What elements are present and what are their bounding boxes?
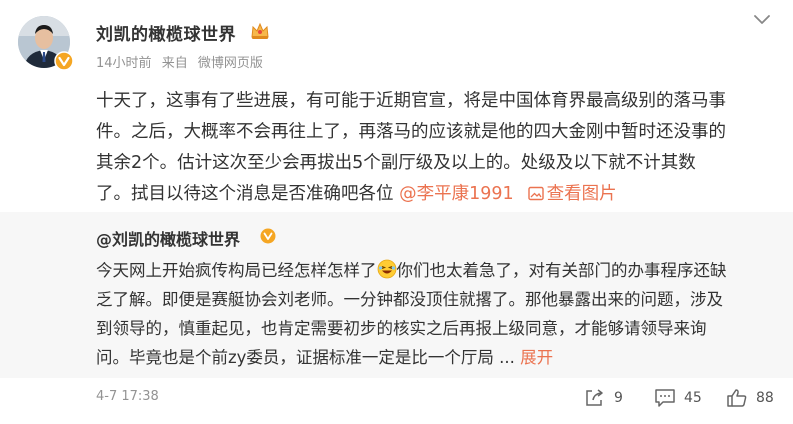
weibo-post-card: 刘凯的橄榄球世界 14小时前 来自 微博网页版 十天了，这事有了些进展，有可能于… (0, 0, 793, 424)
post-text-line: 其余2个。估计这次至少会再拔出5个副厅级及以上的。处级及以下就不计其数 (96, 153, 696, 173)
repost-line-first: 今天网上开始疯传构局已经怎样怎样了 你们也太着急了，对有关部门的办事程序还缺 (96, 256, 776, 285)
post-time[interactable]: 14小时前 (96, 56, 152, 71)
comment-count: 45 (684, 390, 702, 406)
post-source: 微博网页版 (197, 56, 263, 71)
verified-badge-icon (54, 51, 74, 71)
chevron-down-icon[interactable] (752, 12, 772, 28)
post-text: 十天了，这事有了些进展，有可能于近期官宣，将是中国体育界最高级别的落马事 件。之… (96, 86, 786, 210)
crown-icon (251, 22, 269, 39)
repost-line: 你们也太着急了，对有关部门的办事程序还缺 (396, 261, 727, 280)
thumbs-up-icon (727, 389, 747, 407)
view-image-label: 查看图片 (546, 184, 617, 204)
comment-icon (655, 389, 675, 407)
repost-author[interactable]: @刘凯的橄榄球世界 (96, 226, 240, 250)
author-name[interactable]: 刘凯的橄榄球世界 (96, 20, 236, 45)
repost-line: 今天网上开始疯传构局已经怎样怎样了 (96, 261, 377, 280)
post-text-line: 了。拭目以待这个消息是否准确吧各位 (96, 184, 394, 204)
verified-badge-icon (260, 228, 276, 244)
view-image-link[interactable]: 查看图片 (527, 184, 617, 204)
repost-icon (586, 389, 603, 406)
reposted-weibo[interactable]: @刘凯的橄榄球世界 今天网上开始疯传构局已经怎样怎样了 你们也太着急了，对有关部门… (0, 212, 793, 378)
repost-button[interactable]: 9 (584, 386, 623, 410)
repost-line: 乏了解。即便是赛艇协会刘老师。一分钟都没顶住就撂了。那他暴露出来的问题，涉及 (96, 290, 723, 309)
repost-line-last: 问。毕竟也是个前zy委员，证据标准一定是比一个厅局 ... 展开 (96, 343, 776, 372)
ellipsis: ... (499, 348, 515, 367)
source-prefix: 来自 (161, 56, 188, 71)
post-text-line: 十天了，这事有了些进展，有可能于近期官宣，将是中国体育界最高级别的落马事 (96, 91, 726, 111)
like-count: 88 (756, 390, 774, 406)
repost-timestamp[interactable]: 4-7 17:38 (96, 389, 159, 404)
repost-line: 到领导的，慎重起见，也肯定需要初步的核实之后再报上级同意，才能够请领导来询 (96, 319, 707, 338)
repost-count: 9 (614, 390, 623, 406)
image-icon (527, 186, 544, 201)
laughing-emoji-icon (377, 259, 396, 279)
post-text-line: 件。之后，大概率不会再往上了，再落马的应该就是他的四大金刚中暂时还没事的 (96, 122, 726, 142)
post-meta: 14小时前 来自 微博网页版 (96, 52, 269, 71)
comment-button[interactable]: 45 (654, 386, 702, 410)
expand-link[interactable]: 展开 (520, 348, 553, 367)
like-button[interactable]: 88 (726, 386, 774, 410)
repost-line: 问。毕竟也是个前zy委员，证据标准一定是比一个厅局 (96, 348, 500, 367)
mention-link[interactable]: @李平康1991 (399, 184, 514, 204)
repost-text: 今天网上开始疯传构局已经怎样怎样了 你们也太着急了，对有关部门的办事程序还缺 乏了… (96, 256, 776, 372)
author-avatar[interactable] (18, 16, 74, 71)
post-text-line-last: 了。拭目以待这个消息是否准确吧各位 @李平康1991 查看图片 (96, 179, 786, 210)
